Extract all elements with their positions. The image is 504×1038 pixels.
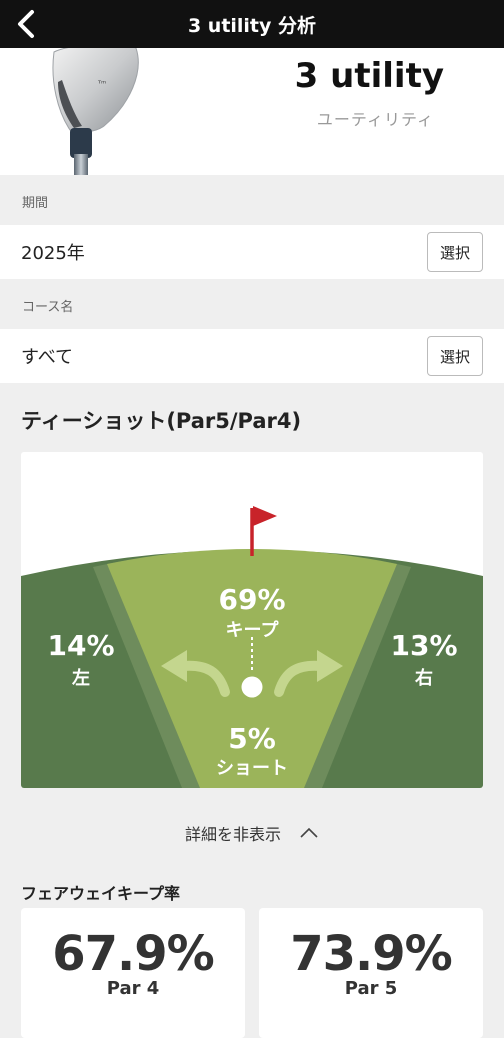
back-button[interactable]	[8, 4, 44, 44]
chevron-up-icon	[300, 827, 318, 838]
left-pct: 14%	[47, 629, 114, 662]
utility-club-image: ᵀᵐ	[52, 48, 139, 175]
club-hero: ᵀᵐ 3 utility ユーティリティ	[0, 48, 504, 175]
tee-shot-diagram: 69% キープ 14% 左 13% 右 5% ショート	[21, 452, 483, 788]
par4-card: 67.9% Par 4	[21, 908, 245, 1038]
course-row: すべて 選択	[0, 329, 504, 383]
club-subtitle: ユーティリティ	[316, 110, 434, 129]
keep-label: キープ	[226, 619, 280, 641]
tee-shot-heading: ティーショット(Par5/Par4)	[21, 409, 302, 433]
chevron-left-icon	[18, 10, 34, 38]
details-toggle[interactable]: 詳細を非表示	[0, 818, 504, 848]
period-row: 2025年 選択	[0, 225, 504, 279]
right-label: 右	[415, 667, 433, 689]
right-pct: 13%	[390, 629, 457, 662]
par5-pct: 73.9%	[290, 926, 453, 982]
club-name: 3 utility	[294, 56, 444, 96]
svg-text:ᵀᵐ: ᵀᵐ	[97, 79, 106, 88]
left-label: 左	[72, 667, 90, 689]
page-title: 3 utility 分析	[187, 14, 317, 37]
course-value: すべて	[21, 347, 74, 368]
details-toggle-label: 詳細を非表示	[184, 825, 281, 844]
keep-pct: 69%	[218, 583, 285, 616]
par4-pct: 67.9%	[52, 926, 215, 982]
par5-card: 73.9% Par 5	[259, 908, 483, 1038]
short-pct: 5%	[228, 722, 276, 755]
short-label: ショート	[216, 758, 288, 779]
ball-icon	[241, 676, 263, 698]
period-select-button[interactable]: 選択	[427, 232, 483, 272]
fairway-keep-heading: フェアウェイキープ率	[21, 884, 181, 903]
course-select-button[interactable]: 選択	[427, 336, 483, 376]
period-label: 期間	[22, 196, 49, 211]
top-bar: 3 utility 分析	[0, 0, 504, 48]
course-label: コース名	[22, 300, 74, 315]
period-value: 2025年	[21, 243, 85, 264]
